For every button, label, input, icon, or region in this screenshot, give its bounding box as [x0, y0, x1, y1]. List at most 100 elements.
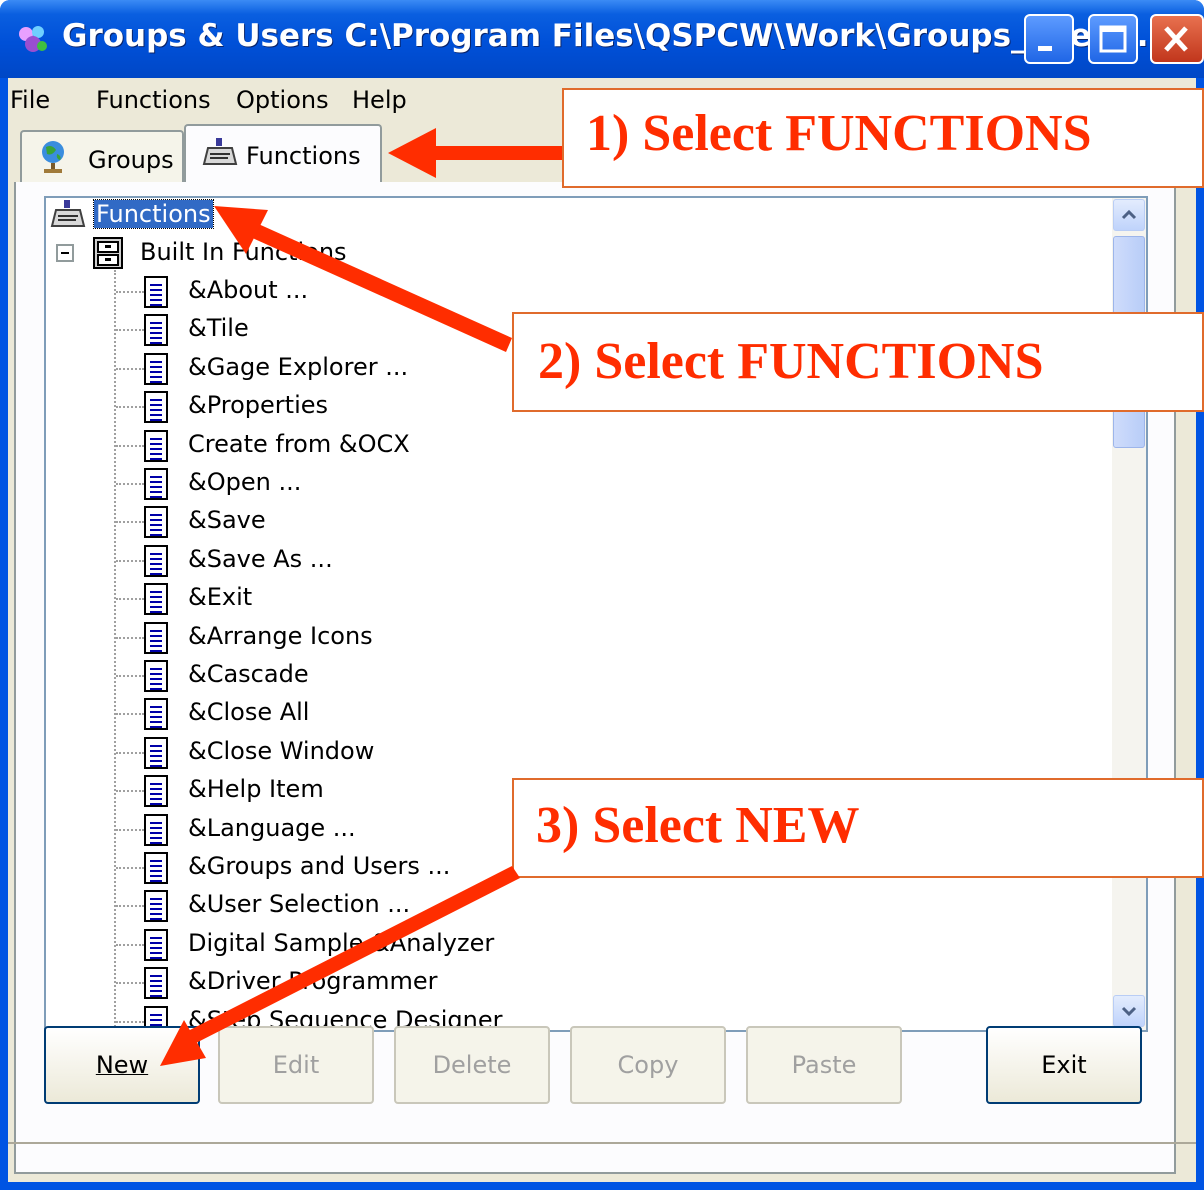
tab-groups[interactable]: Groups: [20, 130, 184, 182]
tree-connector: [116, 943, 144, 946]
tree-group-label: Built In Functions: [140, 238, 347, 266]
maximize-button[interactable]: [1088, 14, 1138, 64]
tree-connector: [116, 828, 144, 831]
tree-item-label: &Exit: [188, 583, 253, 612]
tree-item-label: Create from &OCX: [188, 429, 410, 458]
document-icon: [144, 352, 168, 385]
tree-item-label: &Save As ...: [188, 544, 333, 573]
tree-item-label: &Arrange Icons: [188, 621, 373, 650]
collapse-icon[interactable]: [56, 244, 74, 262]
tree-connector: [116, 905, 144, 908]
scroll-up-button[interactable]: [1113, 199, 1145, 231]
tree-connector: [116, 329, 144, 332]
paste-button[interactable]: Paste: [746, 1026, 902, 1104]
tree-connector: [116, 675, 144, 677]
close-button[interactable]: [1150, 14, 1204, 64]
tree-group[interactable]: Built In Functions: [46, 236, 446, 272]
tree-item-label: &Help Item: [188, 775, 324, 804]
minimize-button[interactable]: [1024, 14, 1074, 64]
tree-connector: [116, 713, 144, 716]
tree-item[interactable]: &Exit: [46, 581, 946, 617]
close-icon: [1164, 26, 1188, 52]
cabinet-icon: [93, 237, 123, 269]
tree-item[interactable]: Digital Sample &Analyzer: [46, 927, 946, 963]
exit-button-label: Exit: [1041, 1051, 1087, 1079]
globe-icon: [42, 141, 64, 173]
title-bar[interactable]: Groups & Users C:\Program Files\QSPCW\Wo…: [0, 0, 1204, 78]
menu-file[interactable]: File: [10, 86, 50, 114]
copy-button[interactable]: Copy: [570, 1026, 726, 1104]
tree-connector: [116, 867, 144, 869]
document-icon: [144, 928, 168, 961]
tab-groups-label: Groups: [88, 146, 174, 174]
scroll-down-button[interactable]: [1113, 995, 1145, 1027]
document-icon: [144, 813, 168, 846]
edit-button[interactable]: Edit: [218, 1026, 374, 1104]
menu-help[interactable]: Help: [352, 86, 407, 114]
functions-icon: [50, 200, 86, 227]
chevron-up-icon: [1121, 209, 1137, 220]
tree-connector: [116, 598, 144, 601]
tree-item-label: &User Selection ...: [188, 890, 411, 919]
tree-item[interactable]: &User Selection ...: [46, 888, 946, 924]
tree-item[interactable]: &About ...: [46, 274, 946, 310]
edit-button-label: Edit: [272, 1051, 320, 1079]
document-icon: [144, 660, 168, 692]
tree-item-label: &Tile: [188, 314, 249, 343]
document-icon: [144, 544, 168, 577]
document-icon: [144, 698, 168, 731]
tree-item[interactable]: &Save: [46, 504, 946, 540]
tree-item[interactable]: &Cascade: [46, 658, 946, 694]
annotation-step3: 3) Select NEW: [512, 778, 1204, 878]
window-title: Groups & Users C:\Program Files\QSPCW\Wo…: [62, 18, 1173, 54]
tree-item[interactable]: &Save As ...: [46, 543, 946, 579]
tree-item[interactable]: &Driver Programmer: [46, 965, 946, 1001]
document-icon: [144, 621, 168, 654]
tree-connector: [116, 521, 144, 524]
tree-connector: [116, 483, 144, 485]
tree-connector: [116, 636, 144, 639]
menu-options[interactable]: Options: [236, 86, 329, 114]
tree-item[interactable]: &Open ...: [46, 466, 946, 502]
document-icon: [144, 429, 168, 462]
annotation-step1: 1) Select FUNCTIONS: [562, 88, 1204, 188]
new-button[interactable]: New: [44, 1026, 200, 1104]
new-button-label: New: [95, 1051, 149, 1079]
tree-connector: [116, 444, 144, 447]
minimize-icon: [1038, 46, 1052, 51]
document-icon: [144, 967, 168, 1000]
tree-connector: [116, 751, 144, 754]
tree-item[interactable]: &Close Window: [46, 735, 946, 771]
document-icon: [144, 276, 168, 308]
tree-root-label: Functions: [93, 199, 214, 229]
exit-button[interactable]: Exit: [986, 1026, 1142, 1104]
tree-item-label: Digital Sample &Analyzer: [188, 928, 495, 957]
tree-item-label: &Language ...: [188, 813, 356, 842]
tree-connector: [116, 367, 144, 370]
tree-item-label: &Save: [188, 506, 266, 535]
document-icon: [144, 890, 168, 923]
copy-button-label: Copy: [617, 1051, 679, 1079]
app-icon: [19, 26, 47, 52]
tab-functions-label: Functions: [246, 142, 361, 170]
document-icon: [144, 314, 168, 347]
document-icon: [144, 736, 168, 769]
tab-functions[interactable]: Functions: [184, 124, 382, 184]
tree-item-label: &Groups and Users ...: [188, 852, 451, 880]
delete-button[interactable]: Delete: [394, 1026, 550, 1104]
annotation-step2: 2) Select FUNCTIONS: [512, 312, 1204, 412]
tree-item-label: &About ...: [188, 276, 309, 304]
paste-button-label: Paste: [791, 1051, 857, 1079]
tree-item-label: &Gage Explorer ...: [188, 352, 409, 381]
tree-connector: [116, 982, 144, 985]
tree-root[interactable]: Functions: [46, 198, 446, 234]
menu-functions[interactable]: Functions: [96, 86, 211, 114]
tree-connector: [116, 1020, 144, 1023]
functions-icon: [202, 138, 238, 165]
tree-item[interactable]: &Arrange Icons: [46, 620, 946, 656]
tree-item[interactable]: Create from &OCX: [46, 428, 946, 464]
tree-item-label: &Close All: [188, 698, 310, 727]
delete-button-label: Delete: [432, 1051, 512, 1079]
tree-item[interactable]: &Close All: [46, 696, 946, 732]
document-icon: [144, 775, 168, 808]
